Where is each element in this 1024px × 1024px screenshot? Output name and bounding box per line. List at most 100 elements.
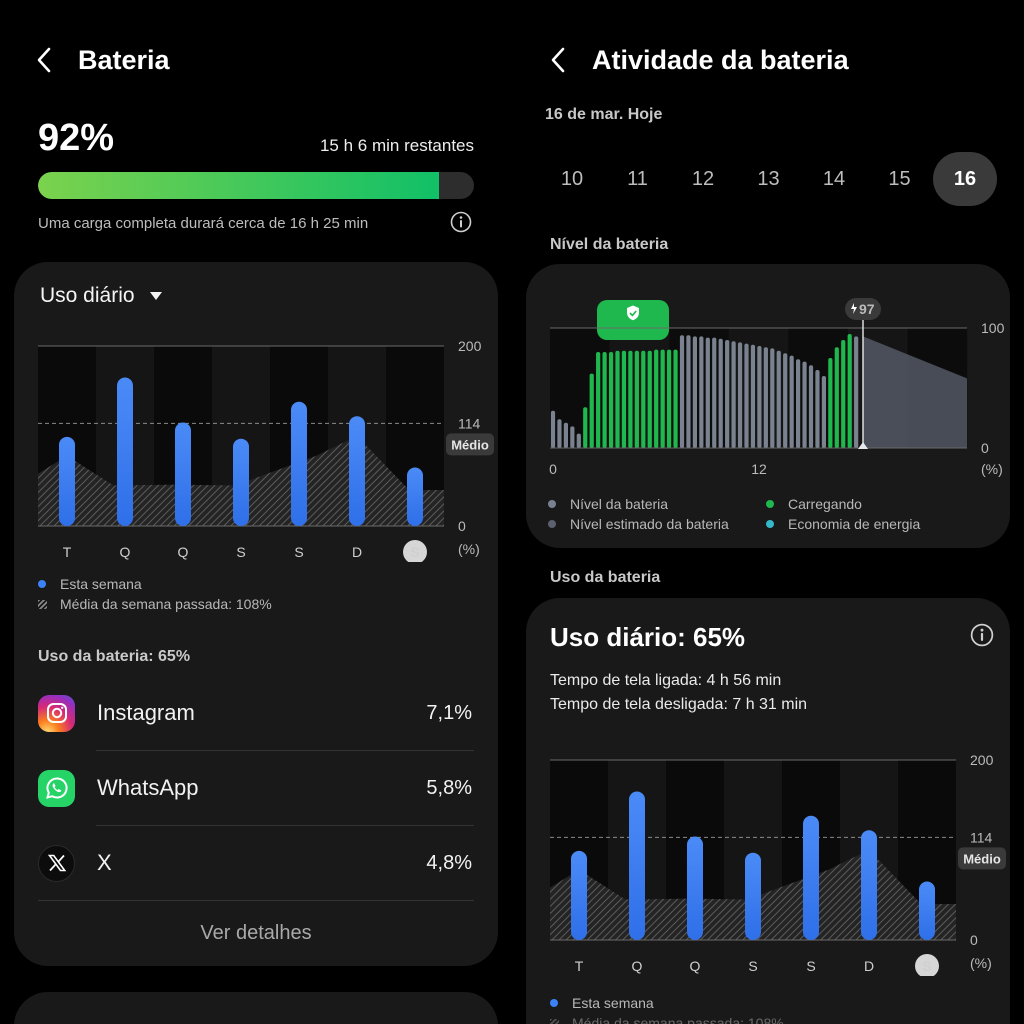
battery-level-title: Nível da bateria bbox=[550, 236, 669, 253]
usage-bar bbox=[629, 791, 645, 940]
level-bar bbox=[570, 426, 575, 448]
legend-this-week: Esta semana bbox=[38, 574, 272, 594]
date-13[interactable]: 13 bbox=[737, 152, 801, 206]
day-label: Q bbox=[690, 958, 701, 974]
weekly-usage-chart: 200 114 0 Médio (%) T Q Q S S D S bbox=[38, 338, 494, 562]
legend-label: Média da semana passada: 108% bbox=[572, 1015, 784, 1024]
weekly-usage-chart: 200 114 0 Médio (%) T Q Q S S D S bbox=[550, 752, 1006, 976]
y-tick-label: 200 bbox=[458, 338, 482, 354]
level-bar bbox=[763, 347, 768, 448]
page-title: Bateria bbox=[78, 44, 170, 75]
level-bar bbox=[596, 352, 601, 448]
usage-bar bbox=[175, 422, 191, 526]
back-button[interactable] bbox=[548, 40, 584, 80]
usage-bar bbox=[687, 836, 703, 940]
legend-dot bbox=[548, 520, 556, 528]
date-label: 16 de mar. Hoje bbox=[545, 106, 663, 123]
day-label: S bbox=[236, 544, 245, 560]
battery-bar-fill bbox=[38, 172, 440, 199]
level-bar bbox=[776, 350, 781, 448]
daily-usage-card: Uso diário 200 114 0 Médio (%) T Q Q S S D S Esta s… bbox=[14, 262, 498, 966]
date-11[interactable]: 11 bbox=[606, 152, 670, 206]
level-bar bbox=[647, 350, 652, 448]
level-bar bbox=[608, 352, 614, 448]
x-logo-icon bbox=[47, 854, 66, 872]
battery-screen: Bateria 92% 15 h 6 min restantes Uma car… bbox=[0, 0, 512, 1024]
legend-label: Nível da bateria bbox=[570, 496, 669, 512]
y-tick-label: 200 bbox=[970, 752, 994, 768]
day-label: S bbox=[748, 958, 757, 974]
usage-bar bbox=[291, 401, 307, 526]
level-bar bbox=[550, 410, 556, 448]
level-bar bbox=[699, 336, 704, 448]
level-bar bbox=[750, 344, 756, 448]
day-label: S bbox=[806, 958, 815, 974]
level-bar bbox=[667, 349, 672, 448]
level-bar bbox=[796, 359, 801, 448]
unit-label: (%) bbox=[970, 955, 992, 971]
unit-label: (%) bbox=[458, 541, 480, 557]
level-bar bbox=[718, 338, 723, 448]
level-bar bbox=[854, 336, 859, 448]
usage-bar bbox=[861, 830, 877, 940]
info-button[interactable] bbox=[450, 211, 472, 238]
y-tick-label: 100 bbox=[981, 320, 1005, 336]
legend-dot bbox=[550, 999, 558, 1007]
level-legend-item: Carregando bbox=[766, 494, 862, 514]
day-label: T bbox=[63, 544, 72, 560]
app-row-x[interactable]: X 4,8% bbox=[38, 826, 474, 900]
level-bar bbox=[583, 407, 588, 448]
app-row-whatsapp[interactable]: WhatsApp 5,8% bbox=[38, 751, 474, 825]
level-bar bbox=[744, 343, 749, 448]
legend-label: Esta semana bbox=[572, 995, 654, 1011]
app-name: WhatsApp bbox=[97, 775, 199, 800]
x-tick-label: 0 bbox=[549, 461, 557, 477]
legend-dot bbox=[766, 520, 774, 528]
level-bar bbox=[679, 335, 685, 448]
app-percent: 4,8% bbox=[426, 851, 472, 874]
level-bar bbox=[783, 353, 788, 448]
day-label: Q bbox=[632, 958, 643, 974]
date-14[interactable]: 14 bbox=[802, 152, 866, 206]
battery-activity-screen: Atividade da bateria 16 de mar. Hoje 10 1… bbox=[512, 0, 1024, 1024]
level-bar bbox=[660, 349, 665, 448]
level-bar bbox=[770, 348, 775, 448]
level-bar bbox=[712, 337, 717, 448]
instagram-icon bbox=[38, 694, 75, 732]
hatch-icon bbox=[550, 1018, 559, 1024]
legend-label: Carregando bbox=[788, 496, 862, 512]
level-bar bbox=[841, 340, 846, 448]
day-label: S bbox=[294, 544, 303, 560]
usage-selector-label: Uso diário bbox=[40, 284, 135, 307]
legend-last-week: Média da semana passada: 108% bbox=[38, 594, 272, 614]
y-tick-label: 114 bbox=[970, 829, 993, 845]
level-bar bbox=[589, 373, 594, 448]
details-button[interactable]: Ver detalhes bbox=[14, 922, 498, 945]
usage-selector[interactable]: Uso diário bbox=[40, 282, 163, 310]
level-bar bbox=[563, 422, 568, 448]
date-10[interactable]: 10 bbox=[540, 152, 604, 206]
date-16[interactable]: 16 bbox=[933, 152, 997, 206]
unit-label: (%) bbox=[981, 461, 1003, 477]
app-name: X bbox=[97, 850, 112, 875]
x-icon bbox=[38, 844, 75, 882]
full-charge-note: Uma carga completa durará cerca de 16 h … bbox=[38, 215, 369, 232]
y-tick-label: 114 bbox=[458, 415, 481, 431]
back-button[interactable] bbox=[34, 40, 70, 80]
level-bar bbox=[834, 347, 839, 448]
average-label: Médio bbox=[451, 437, 489, 452]
info-button[interactable] bbox=[970, 623, 994, 652]
daily-usage-card: Uso diário: 65% Tempo de tela ligada: 4 … bbox=[526, 598, 1010, 1024]
date-12[interactable]: 12 bbox=[671, 152, 735, 206]
level-bar bbox=[692, 336, 697, 448]
app-row-instagram[interactable]: Instagram 7,1% bbox=[38, 676, 474, 750]
whatsapp-icon bbox=[38, 769, 75, 807]
battery-usage-title: Uso da bateria bbox=[550, 569, 661, 586]
level-bar bbox=[757, 346, 762, 448]
current-level-value: 97 bbox=[859, 301, 875, 317]
date-15[interactable]: 15 bbox=[868, 152, 932, 206]
level-bar bbox=[731, 341, 736, 448]
legend-dot bbox=[38, 580, 46, 588]
day-label: Q bbox=[178, 544, 189, 560]
next-card bbox=[14, 992, 498, 1024]
